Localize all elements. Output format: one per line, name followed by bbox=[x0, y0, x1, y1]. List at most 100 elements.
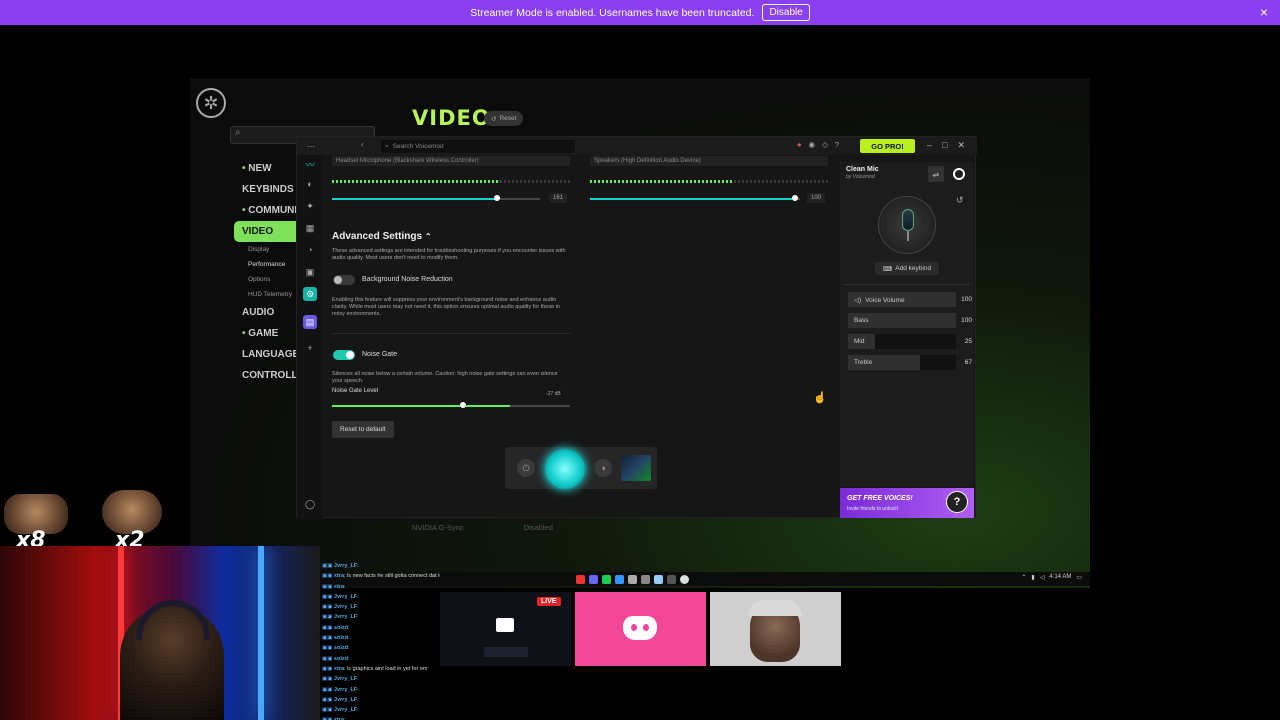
app-icon[interactable] bbox=[589, 575, 598, 584]
close-icon[interactable]: × bbox=[1260, 4, 1268, 20]
microphone-button[interactable] bbox=[545, 449, 585, 489]
noise-gate-level-handle[interactable] bbox=[459, 402, 466, 408]
input-volume-fill bbox=[332, 198, 496, 200]
power-icon[interactable]: ⏻ bbox=[517, 459, 535, 477]
chat-username[interactable]: xtra bbox=[334, 573, 344, 579]
input-volume-slider[interactable] bbox=[332, 198, 540, 200]
help-icon[interactable]: ? bbox=[946, 491, 968, 513]
chat-username[interactable]: Jvrry_LF bbox=[334, 676, 357, 682]
notification-icon[interactable]: ● bbox=[797, 140, 802, 149]
mic-tray-icon[interactable]: ▮ bbox=[1031, 574, 1034, 581]
input-volume-handle[interactable] bbox=[494, 195, 500, 201]
notifications-icon[interactable]: ▭ bbox=[1076, 574, 1082, 581]
output-device-select[interactable]: Speakers (High Definition Audio Device) bbox=[590, 156, 828, 166]
badge-icon: ▣▣ bbox=[322, 614, 334, 621]
setting-value[interactable]: Disabled bbox=[524, 523, 553, 532]
output-volume-slider[interactable] bbox=[590, 198, 800, 200]
chat-overlay: ▣▣ Jvrry_LF: ▣▣ xtra: ls new facts he sti… bbox=[322, 561, 440, 720]
chat-username[interactable]: Jvrry_LF bbox=[334, 604, 357, 610]
badge-icon: ▣▣ bbox=[322, 676, 334, 683]
voice-effect-thumbnail[interactable] bbox=[621, 455, 651, 481]
app-icon[interactable] bbox=[680, 575, 689, 584]
mic-stand bbox=[907, 231, 909, 241]
chat-username[interactable]: solzd bbox=[334, 656, 348, 662]
chat-text: : ls new facts he still gotta connect da… bbox=[344, 573, 440, 580]
record-icon[interactable] bbox=[953, 168, 965, 180]
maximize-icon[interactable]: □ bbox=[942, 140, 947, 151]
voicemod-search-input[interactable]: ⌕ Search Voicemod bbox=[381, 140, 575, 153]
bass-slider[interactable]: Bass 100 bbox=[848, 313, 972, 328]
app-icon[interactable] bbox=[615, 575, 624, 584]
slider-label: Treble bbox=[854, 359, 872, 366]
store-icon[interactable]: ▣ bbox=[303, 265, 317, 279]
chat-username[interactable]: solzd bbox=[334, 645, 348, 651]
undo-icon[interactable]: ↺ bbox=[956, 195, 964, 206]
divider bbox=[844, 284, 970, 285]
chat-username[interactable]: solzd bbox=[334, 625, 348, 631]
go-pro-button[interactable]: GO PRO! bbox=[860, 139, 915, 153]
back-chevron-icon[interactable]: ‹ bbox=[361, 140, 364, 149]
advanced-settings-heading[interactable]: Advanced Settings ⌃ bbox=[332, 231, 432, 242]
output-volume-handle[interactable] bbox=[792, 195, 798, 201]
app-icon[interactable] bbox=[602, 575, 611, 584]
disable-streamer-mode-button[interactable]: Disable bbox=[762, 4, 810, 21]
app-icon[interactable] bbox=[641, 575, 650, 584]
sliders-icon[interactable]: ⇌ bbox=[928, 166, 944, 182]
chat-username[interactable]: Jvrry_LF bbox=[334, 614, 357, 620]
effects-icon[interactable]: ✦ bbox=[303, 199, 317, 213]
noise-gate-level-value: -27 dB bbox=[546, 391, 561, 397]
volume-icon[interactable]: ◁ bbox=[1040, 574, 1045, 581]
advanced-settings-title: Advanced Settings bbox=[332, 231, 423, 242]
avatar-thumbnail[interactable] bbox=[710, 592, 841, 666]
chat-username[interactable]: xtra bbox=[334, 584, 344, 590]
badge-icon: ▣▣ bbox=[322, 655, 334, 662]
menu-dots-icon[interactable]: ⋯ bbox=[304, 139, 318, 153]
help-icon[interactable]: ? bbox=[835, 140, 839, 149]
soundboard-icon[interactable]: ▤ bbox=[303, 315, 317, 329]
chat-username[interactable]: Jvrry_LF bbox=[334, 687, 357, 693]
discord-icon[interactable]: ◉ bbox=[809, 140, 816, 149]
badge-icon: ▣▣ bbox=[322, 604, 334, 611]
free-voices-banner[interactable]: GET FREE VOICES! Invite friends to unloc… bbox=[840, 488, 974, 518]
mid-slider[interactable]: Mid 25 bbox=[848, 334, 972, 349]
noise-gate-level-slider[interactable] bbox=[332, 405, 570, 407]
app-icon[interactable] bbox=[667, 575, 676, 584]
profile-icon[interactable]: ◯ bbox=[303, 497, 317, 511]
chat-username[interactable]: solzd bbox=[334, 635, 348, 641]
chat-username[interactable]: Jvrry_LF bbox=[334, 707, 357, 713]
chat-username[interactable]: Jvrry_LF bbox=[334, 594, 357, 600]
background-noise-reduction-toggle[interactable] bbox=[333, 275, 355, 285]
chat-text: : bbox=[347, 645, 350, 652]
tag-icon[interactable]: ◇ bbox=[822, 140, 828, 149]
reset-to-default-button[interactable]: Reset to default bbox=[332, 421, 394, 438]
app-icon[interactable] bbox=[628, 575, 637, 584]
voice-volume-slider[interactable]: ◁) Voice Volume 100 bbox=[848, 292, 972, 307]
apps-icon[interactable]: ▦ bbox=[303, 221, 317, 235]
hear-myself-icon[interactable]: ◑ bbox=[594, 459, 612, 477]
app-icon[interactable] bbox=[576, 575, 585, 584]
chat-username[interactable]: xtra bbox=[334, 666, 344, 672]
voices-icon[interactable]: ◐ bbox=[303, 177, 317, 191]
discord-thumbnail[interactable] bbox=[575, 592, 706, 666]
voice-title: Clean Mic bbox=[846, 166, 879, 173]
chat-username[interactable]: Jvrry_LF bbox=[334, 563, 357, 569]
reset-button[interactable]: ↺ Reset bbox=[484, 111, 524, 126]
add-keybind-button[interactable]: ⌨ Add keybind bbox=[875, 262, 939, 275]
close-icon[interactable]: ✕ bbox=[957, 140, 965, 151]
minimize-icon[interactable]: – bbox=[927, 140, 932, 151]
noise-gate-toggle[interactable] bbox=[333, 350, 355, 360]
input-device-select[interactable]: Headset Microphone (Blackshark Wireless … bbox=[332, 156, 570, 166]
app-icon[interactable] bbox=[654, 575, 663, 584]
chat-username[interactable]: Jvrry_LF bbox=[334, 697, 357, 703]
headphones-icon[interactable]: ◔ bbox=[303, 243, 317, 257]
nav-video[interactable]: VIDEO bbox=[234, 221, 300, 242]
mid-label: Mid bbox=[854, 338, 865, 345]
banner-message: Streamer Mode is enabled. Usernames have… bbox=[470, 6, 755, 19]
slider-value: 100 bbox=[961, 296, 972, 303]
settings-icon[interactable]: ⚙ bbox=[303, 287, 317, 301]
treble-slider[interactable]: Treble 67 bbox=[848, 355, 972, 370]
add-icon[interactable]: + bbox=[303, 341, 317, 355]
chevron-up-icon[interactable]: ⌃ bbox=[1021, 574, 1026, 581]
badge-icon: ▣▣ bbox=[322, 593, 334, 600]
chat-message: ▣▣ Jvrry_LF: bbox=[322, 612, 440, 622]
